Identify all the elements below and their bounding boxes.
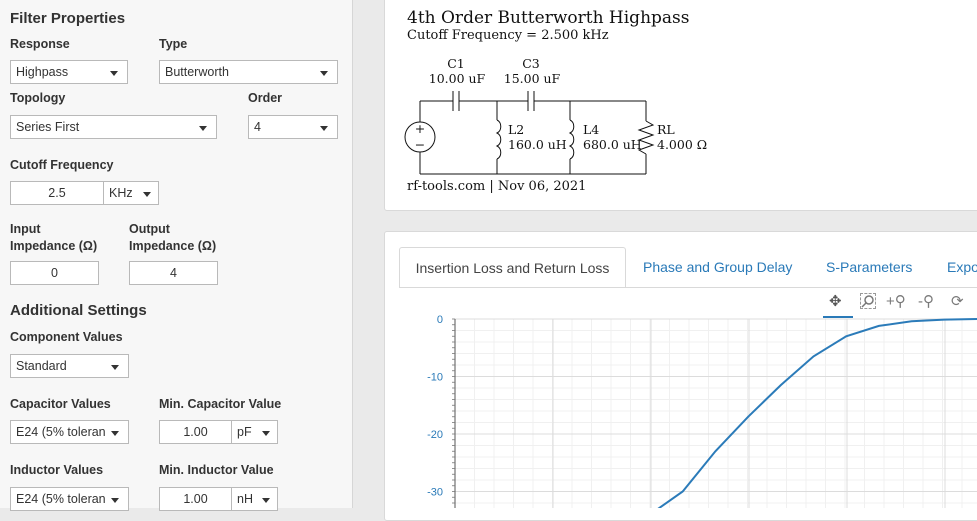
order-select[interactable]: 4 bbox=[248, 115, 338, 139]
inductor-values-select[interactable]: E24 (5% toleran bbox=[10, 487, 129, 511]
min-capacitor-unit-value: pF bbox=[237, 425, 252, 439]
tab-export[interactable]: Expo bbox=[947, 247, 977, 275]
filter-settings-panel: Filter Properties Response Highpass Type… bbox=[0, 0, 353, 511]
tab-bar-divider bbox=[399, 287, 977, 288]
l4-value: 680.0 uH bbox=[583, 137, 642, 152]
component-values-label: Component Values bbox=[10, 330, 123, 344]
min-inductor-unit-value: nH bbox=[237, 492, 253, 506]
response-select[interactable]: Highpass bbox=[10, 60, 128, 84]
chevron-down-icon bbox=[199, 126, 207, 131]
topology-value: Series First bbox=[16, 120, 80, 134]
type-label: Type bbox=[159, 37, 188, 51]
min-capacitor-input[interactable]: 1.00 bbox=[159, 420, 232, 444]
min-inductor-label: Min. Inductor Value bbox=[159, 463, 274, 477]
component-values-select[interactable]: Standard bbox=[10, 354, 129, 378]
inductor-l2-icon bbox=[495, 119, 502, 160]
y-tick-label: -10 bbox=[427, 372, 443, 384]
inductor-values-value: E24 (5% toleran bbox=[16, 492, 106, 506]
cutoff-unit-select[interactable]: KHz bbox=[103, 181, 159, 205]
min-inductor-input[interactable]: 1.00 bbox=[159, 487, 232, 511]
rl-name: RL bbox=[657, 122, 675, 137]
schematic-subtitle: Cutoff Frequency = 2.500 kHz bbox=[407, 28, 609, 43]
input-impedance-input[interactable]: 0 bbox=[10, 261, 99, 285]
output-impedance-label-line2: Impedance (Ω) bbox=[129, 239, 217, 253]
inductor-l4-icon bbox=[568, 119, 575, 160]
response-label: Response bbox=[10, 37, 70, 51]
source-minus-symbol: − bbox=[415, 137, 425, 152]
topology-label: Topology bbox=[10, 91, 66, 105]
min-inductor-unit-select[interactable]: nH bbox=[231, 487, 278, 511]
y-tick-label: -30 bbox=[427, 487, 443, 499]
output-impedance-label-line1: Output bbox=[129, 222, 170, 236]
type-value: Butterworth bbox=[165, 65, 229, 79]
schematic-diagram: + − C1 10.00 uF C3 15.00 uF L2 160.0 uH … bbox=[404, 56, 707, 175]
chevron-down-icon bbox=[320, 71, 328, 76]
output-impedance-input[interactable]: 4 bbox=[129, 261, 218, 285]
chevron-down-icon bbox=[110, 71, 118, 76]
capacitor-values-label: Capacitor Values bbox=[10, 397, 111, 411]
capacitor-values-select[interactable]: E24 (5% toleran bbox=[10, 420, 129, 444]
chevron-down-icon bbox=[111, 365, 119, 370]
tab-phase-group-delay[interactable]: Phase and Group Delay bbox=[643, 247, 792, 275]
insertion-loss-chart[interactable]: 0 -10 -20 -30 bbox=[400, 305, 977, 508]
rl-value: 4.000 Ω bbox=[657, 137, 707, 152]
tab-insertion-loss[interactable]: Insertion Loss and Return Loss bbox=[399, 247, 626, 288]
c1-value: 10.00 uF bbox=[429, 71, 486, 86]
order-label: Order bbox=[248, 91, 283, 105]
source-plus-symbol: + bbox=[415, 121, 425, 136]
c3-name: C3 bbox=[522, 56, 540, 71]
output-impedance-label: Output Impedance (Ω) bbox=[129, 221, 216, 255]
topology-select[interactable]: Series First bbox=[10, 115, 217, 139]
chevron-down-icon bbox=[111, 498, 119, 503]
chevron-down-icon bbox=[143, 192, 151, 197]
chevron-down-icon bbox=[320, 126, 328, 131]
capacitor-values-value: E24 (5% toleran bbox=[16, 425, 106, 439]
input-impedance-label: Input Impedance (Ω) bbox=[10, 221, 97, 255]
response-value: Highpass bbox=[16, 65, 69, 79]
chevron-down-icon bbox=[262, 498, 270, 503]
chevron-down-icon bbox=[111, 431, 119, 436]
filter-properties-title: Filter Properties bbox=[10, 10, 126, 27]
schematic-footer: rf-tools.com | Nov 06, 2021 bbox=[407, 179, 587, 194]
y-tick-label: -20 bbox=[427, 429, 443, 441]
cutoff-label: Cutoff Frequency bbox=[10, 158, 114, 172]
y-tick-label: 0 bbox=[437, 314, 443, 326]
tab-s-parameters[interactable]: S-Parameters bbox=[826, 247, 912, 275]
l4-name: L4 bbox=[583, 122, 599, 137]
type-select[interactable]: Butterworth bbox=[159, 60, 338, 84]
c1-name: C1 bbox=[447, 56, 465, 71]
order-value: 4 bbox=[254, 120, 261, 134]
cutoff-input[interactable]: 2.5 bbox=[10, 181, 104, 205]
component-values-value: Standard bbox=[16, 359, 67, 373]
additional-settings-title: Additional Settings bbox=[10, 302, 147, 319]
inductor-values-label: Inductor Values bbox=[10, 463, 104, 477]
input-impedance-label-line1: Input bbox=[10, 222, 41, 236]
input-impedance-label-line2: Impedance (Ω) bbox=[10, 239, 98, 253]
cutoff-unit-value: KHz bbox=[109, 186, 133, 200]
c3-value: 15.00 uF bbox=[504, 71, 561, 86]
schematic-title: 4th Order Butterworth Highpass bbox=[407, 8, 690, 28]
l2-name: L2 bbox=[508, 122, 524, 137]
min-capacitor-unit-select[interactable]: pF bbox=[231, 420, 278, 444]
chevron-down-icon bbox=[262, 431, 270, 436]
l2-value: 160.0 uH bbox=[508, 137, 567, 152]
min-capacitor-label: Min. Capacitor Value bbox=[159, 397, 282, 411]
